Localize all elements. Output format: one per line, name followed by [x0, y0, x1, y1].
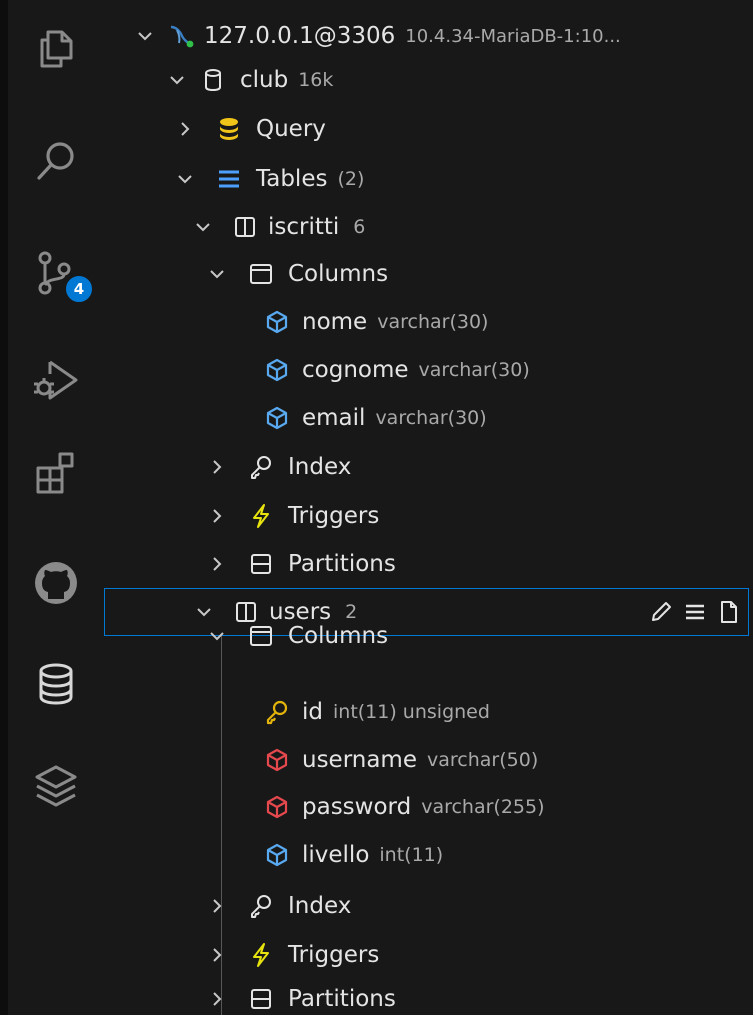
database-label: club — [240, 67, 289, 93]
column-type: varchar(30) — [375, 407, 487, 429]
partitions-label: Partitions — [288, 551, 396, 577]
partition-icon — [251, 554, 271, 574]
layers-icon[interactable] — [30, 760, 82, 812]
column-name: cognome — [302, 357, 409, 383]
tables-label: Tables — [256, 166, 328, 192]
column-type: varchar(50) — [427, 749, 539, 771]
query-icon — [220, 118, 238, 140]
index-label: Index — [288, 454, 352, 480]
chevron-down-icon[interactable] — [208, 627, 226, 645]
column-type: varchar(255) — [421, 796, 545, 818]
chevron-down-icon[interactable] — [194, 218, 212, 236]
extensions-icon[interactable] — [30, 446, 82, 498]
primary-key-icon — [266, 700, 288, 725]
tree-item-partitions[interactable]: Partitions — [96, 540, 753, 588]
column-icon — [266, 843, 288, 867]
tree-item-column[interactable]: email varchar(30) — [96, 394, 753, 442]
column-icon — [266, 358, 288, 382]
triggers-label: Triggers — [288, 503, 380, 529]
chevron-right-icon[interactable] — [176, 120, 194, 138]
column-name: nome — [302, 309, 368, 335]
column-name: username — [302, 747, 417, 773]
tree-item-query[interactable]: Query — [96, 105, 753, 153]
column-type: int(11) unsigned — [333, 701, 490, 723]
table-icon — [235, 217, 255, 237]
column-icon — [266, 406, 288, 430]
tree-item-column[interactable]: cognome varchar(30) — [96, 346, 753, 394]
query-label: Query — [256, 116, 326, 142]
tree-item-columns[interactable]: Columns — [96, 612, 753, 660]
unique-column-icon — [266, 795, 288, 819]
tree-item-columns[interactable]: Columns — [96, 250, 753, 298]
column-type: int(11) — [379, 844, 444, 866]
tree-item-triggers[interactable]: Triggers — [96, 931, 753, 979]
tree-item-database-club[interactable]: club 16k — [96, 56, 753, 104]
lightning-icon — [253, 504, 269, 528]
tree-item-index[interactable]: Index — [96, 882, 753, 930]
partitions-label: Partitions — [288, 986, 396, 1012]
columns-icon — [250, 626, 272, 646]
database-tree: 127.0.0.1@3306 10.4.34-MariaDB-1:10... c… — [96, 0, 753, 1015]
column-name: id — [302, 699, 323, 725]
chevron-down-icon[interactable] — [168, 71, 186, 89]
column-name: email — [302, 405, 366, 431]
chevron-right-icon[interactable] — [208, 507, 226, 525]
chevron-right-icon[interactable] — [208, 458, 226, 476]
list-icon — [219, 170, 239, 188]
chevron-right-icon[interactable] — [208, 555, 226, 573]
github-icon[interactable] — [30, 557, 82, 609]
chevron-down-icon[interactable] — [176, 170, 194, 188]
column-type: varchar(30) — [418, 359, 530, 381]
column-icon — [266, 310, 288, 334]
chevron-right-icon[interactable] — [208, 946, 226, 964]
chevron-right-icon[interactable] — [208, 990, 226, 1008]
table-iscritti-row-count: 6 — [353, 216, 366, 238]
database-size: 16k — [298, 69, 334, 91]
database-icon — [205, 69, 221, 92]
tree-item-column[interactable]: nome varchar(30) — [96, 298, 753, 346]
tree-item-column[interactable]: livello int(11) — [96, 831, 753, 879]
triggers-label: Triggers — [288, 942, 380, 968]
partition-icon — [251, 989, 271, 1009]
unique-column-icon — [266, 748, 288, 772]
activity-bar: 4 — [0, 0, 96, 1015]
tree-item-tables[interactable]: Tables (2) — [96, 155, 753, 203]
lightning-icon — [253, 943, 269, 967]
connection-label: 127.0.0.1@3306 — [204, 23, 396, 49]
tree-item-column[interactable]: password varchar(255) — [96, 783, 753, 831]
tree-item-column[interactable]: username varchar(50) — [96, 736, 753, 784]
table-iscritti-label: iscritti — [268, 214, 340, 240]
tree-item-partitions[interactable]: Partitions — [96, 975, 753, 1015]
chevron-down-icon[interactable] — [208, 265, 226, 283]
tables-count: (2) — [337, 168, 365, 190]
search-icon[interactable] — [30, 136, 82, 188]
mysql-dolphin-icon — [170, 25, 194, 48]
key-icon — [251, 895, 271, 918]
tree-item-column[interactable]: id int(11) unsigned — [96, 688, 753, 736]
columns-label: Columns — [288, 261, 389, 287]
database-icon[interactable] — [30, 658, 82, 710]
tree-item-triggers[interactable]: Triggers — [96, 492, 753, 540]
chevron-right-icon[interactable] — [208, 897, 226, 915]
source-control-badge: 4 — [63, 273, 95, 305]
chevron-down-icon[interactable] — [136, 27, 154, 45]
key-icon — [251, 456, 271, 479]
connection-description: 10.4.34-MariaDB-1:10... — [405, 25, 621, 47]
tree-item-index[interactable]: Index — [96, 443, 753, 491]
tree-item-table-iscritti[interactable]: iscritti 6 — [96, 203, 753, 251]
run-debug-icon[interactable] — [30, 354, 82, 406]
columns-icon — [250, 264, 272, 284]
column-name: password — [302, 794, 412, 820]
index-label: Index — [288, 893, 352, 919]
columns-label: Columns — [288, 623, 389, 649]
column-type: varchar(30) — [377, 311, 489, 333]
column-name: livello — [302, 842, 370, 868]
tree-item-connection[interactable]: 127.0.0.1@3306 10.4.34-MariaDB-1:10... — [96, 12, 753, 60]
explorer-icon[interactable] — [30, 22, 82, 74]
